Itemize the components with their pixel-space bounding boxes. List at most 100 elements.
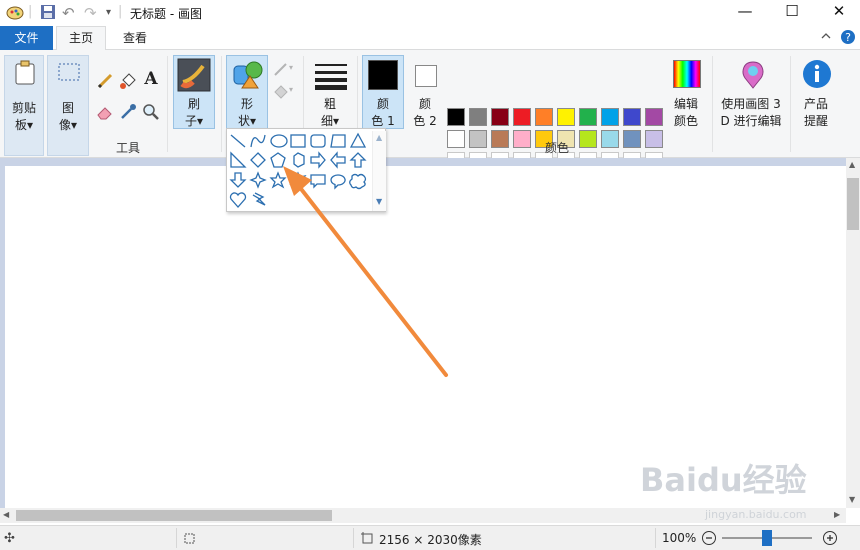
shapes-gallery: ▲ ▼ [226, 128, 386, 212]
tab-home[interactable]: 主页 [56, 26, 106, 51]
colors-group-label: 颜色 [544, 141, 569, 155]
brush-button[interactable]: 刷 子▾ [173, 55, 215, 129]
undo-icon[interactable]: ↶ [62, 4, 75, 22]
paint-app-icon [6, 4, 24, 24]
cloud-callout-shape-icon [349, 173, 367, 190]
scroll-down-icon[interactable]: ▼ [849, 495, 855, 504]
image-label-1: 图 [61, 101, 74, 115]
image-dimensions: 2156 × 2030像素 [379, 533, 482, 547]
divider [176, 528, 177, 548]
clipboard-icon [14, 60, 36, 89]
palette-swatch[interactable] [601, 108, 619, 126]
ribbon-home: 剪贴 板▾ 图 像▾ A 工具 刷 子▾ 形 状▾ ▾ ▾ 粗 细▾ 颜 色 1… [0, 50, 860, 170]
palette-swatch[interactable] [557, 108, 575, 126]
horizontal-scroll-thumb[interactable] [16, 510, 332, 521]
customize-quick-access-icon[interactable]: ▾ [106, 7, 111, 18]
scroll-up-icon[interactable]: ▲ [849, 160, 855, 169]
window-title: 无标题 - 画图 [130, 7, 202, 21]
minimize-button[interactable]: — [722, 0, 768, 24]
shapes-label-1: 形 [240, 97, 253, 111]
palette-swatch[interactable] [513, 108, 531, 126]
vertical-scroll-thumb[interactable] [847, 178, 859, 230]
tab-view[interactable]: 查看 [110, 26, 160, 50]
eraser-icon[interactable] [96, 103, 114, 121]
shapes-button[interactable]: 形 状▾ [226, 55, 268, 129]
zoom-out-icon[interactable] [701, 530, 717, 549]
palette-swatch[interactable] [645, 108, 663, 126]
edit-colors-button[interactable]: 编辑 颜色 [666, 55, 706, 129]
fill-icon[interactable]: ▾ [272, 82, 293, 100]
palette-swatch[interactable] [447, 108, 465, 126]
paint3d-button[interactable]: 使用画图 3 D 进行编辑 [718, 55, 784, 129]
shapes-gallery-grid [229, 132, 367, 208]
heart-shape-icon [229, 192, 247, 208]
tools-group-label: 工具 [115, 141, 140, 155]
help-icon[interactable]: ? [840, 29, 856, 48]
pencil-icon[interactable] [96, 72, 114, 90]
palette-swatch[interactable] [579, 108, 597, 126]
zoom-level: 100% [662, 531, 697, 545]
product-alert-label-1: 产品 [803, 97, 828, 111]
chevron-up-icon[interactable] [820, 30, 832, 45]
six-point-star-shape-icon [289, 171, 307, 189]
title-bar: | ↶ ↷ ▾ | 无标题 - 画图 — ☐ ✕ [0, 0, 860, 26]
palette-swatch[interactable] [469, 108, 487, 126]
status-bar: ✣ 2156 × 2030像素 100% [0, 525, 860, 550]
image-button[interactable]: 图 像▾ [47, 55, 89, 156]
diamond-shape-icon [250, 152, 266, 168]
divider [353, 528, 354, 548]
scroll-right-icon[interactable]: ▶ [834, 510, 840, 519]
color1-button[interactable]: 颜 色 1 [362, 55, 404, 129]
palette-swatch[interactable] [535, 108, 553, 126]
svg-text:▾: ▾ [289, 85, 293, 94]
save-icon[interactable] [40, 4, 56, 24]
edit-colors-label-1: 编辑 [673, 97, 698, 111]
color1-label-1: 颜 [376, 97, 389, 111]
paint3d-icon [739, 60, 767, 93]
color2-button[interactable]: 颜 色 2 [405, 55, 445, 129]
separator: | [28, 4, 33, 19]
oval-shape-icon [270, 134, 288, 148]
gallery-scroll-down-icon[interactable]: ▼ [376, 197, 382, 206]
redo-icon[interactable]: ↷ [84, 4, 97, 22]
zoom-slider-thumb[interactable] [762, 530, 772, 546]
color2-label-2: 色 2 [413, 114, 437, 128]
cursor-position-icon: ✣ [4, 531, 15, 546]
polygon-shape-icon [330, 134, 346, 148]
tab-file[interactable]: 文件 [0, 26, 53, 50]
magnifier-icon[interactable] [142, 103, 160, 121]
paint3d-label-1: 使用画图 3 [721, 97, 781, 111]
lightning-shape-icon [252, 192, 266, 206]
close-button[interactable]: ✕ [816, 0, 860, 24]
paint3d-label-2: D 进行编辑 [720, 114, 782, 128]
right-triangle-shape-icon [230, 151, 247, 168]
size-label-1: 粗 [323, 97, 336, 111]
zoom-in-icon[interactable] [822, 530, 838, 549]
color-spectrum-icon [673, 60, 701, 88]
palette-swatch[interactable] [623, 108, 641, 126]
product-alert-button[interactable]: 产品 提醒 [795, 55, 837, 129]
baidu-watermark: Baidu经验 [640, 461, 807, 499]
ribbon-tab-bar: 文件 主页 查看 ? [0, 26, 860, 51]
gallery-scroll-up-icon[interactable]: ▲ [376, 133, 382, 142]
vertical-scrollbar[interactable]: ▲ ▼ [846, 158, 860, 508]
gallery-scrollbar[interactable]: ▲ ▼ [372, 131, 386, 211]
brush-label-2: 子▾ [184, 114, 204, 128]
clipboard-label-2: 板▾ [14, 118, 34, 132]
color-picker-icon[interactable] [119, 103, 137, 121]
color2-swatch [415, 65, 437, 87]
clipboard-label-1: 剪贴 [11, 101, 36, 115]
divider [221, 56, 222, 152]
right-arrow-shape-icon [310, 151, 326, 169]
text-tool-icon[interactable]: A [142, 70, 160, 88]
palette-swatch[interactable] [491, 108, 509, 126]
oval-callout-shape-icon [330, 174, 346, 190]
size-button[interactable]: 粗 细▾ [309, 55, 351, 129]
scroll-left-icon[interactable]: ◀ [3, 510, 9, 519]
clipboard-button[interactable]: 剪贴 板▾ [4, 55, 44, 156]
shapes-icon [230, 58, 264, 95]
outline-icon[interactable]: ▾ [272, 60, 293, 78]
maximize-button[interactable]: ☐ [769, 0, 815, 24]
hexagon-shape-icon [293, 152, 305, 168]
fill-bucket-icon[interactable] [119, 72, 137, 90]
